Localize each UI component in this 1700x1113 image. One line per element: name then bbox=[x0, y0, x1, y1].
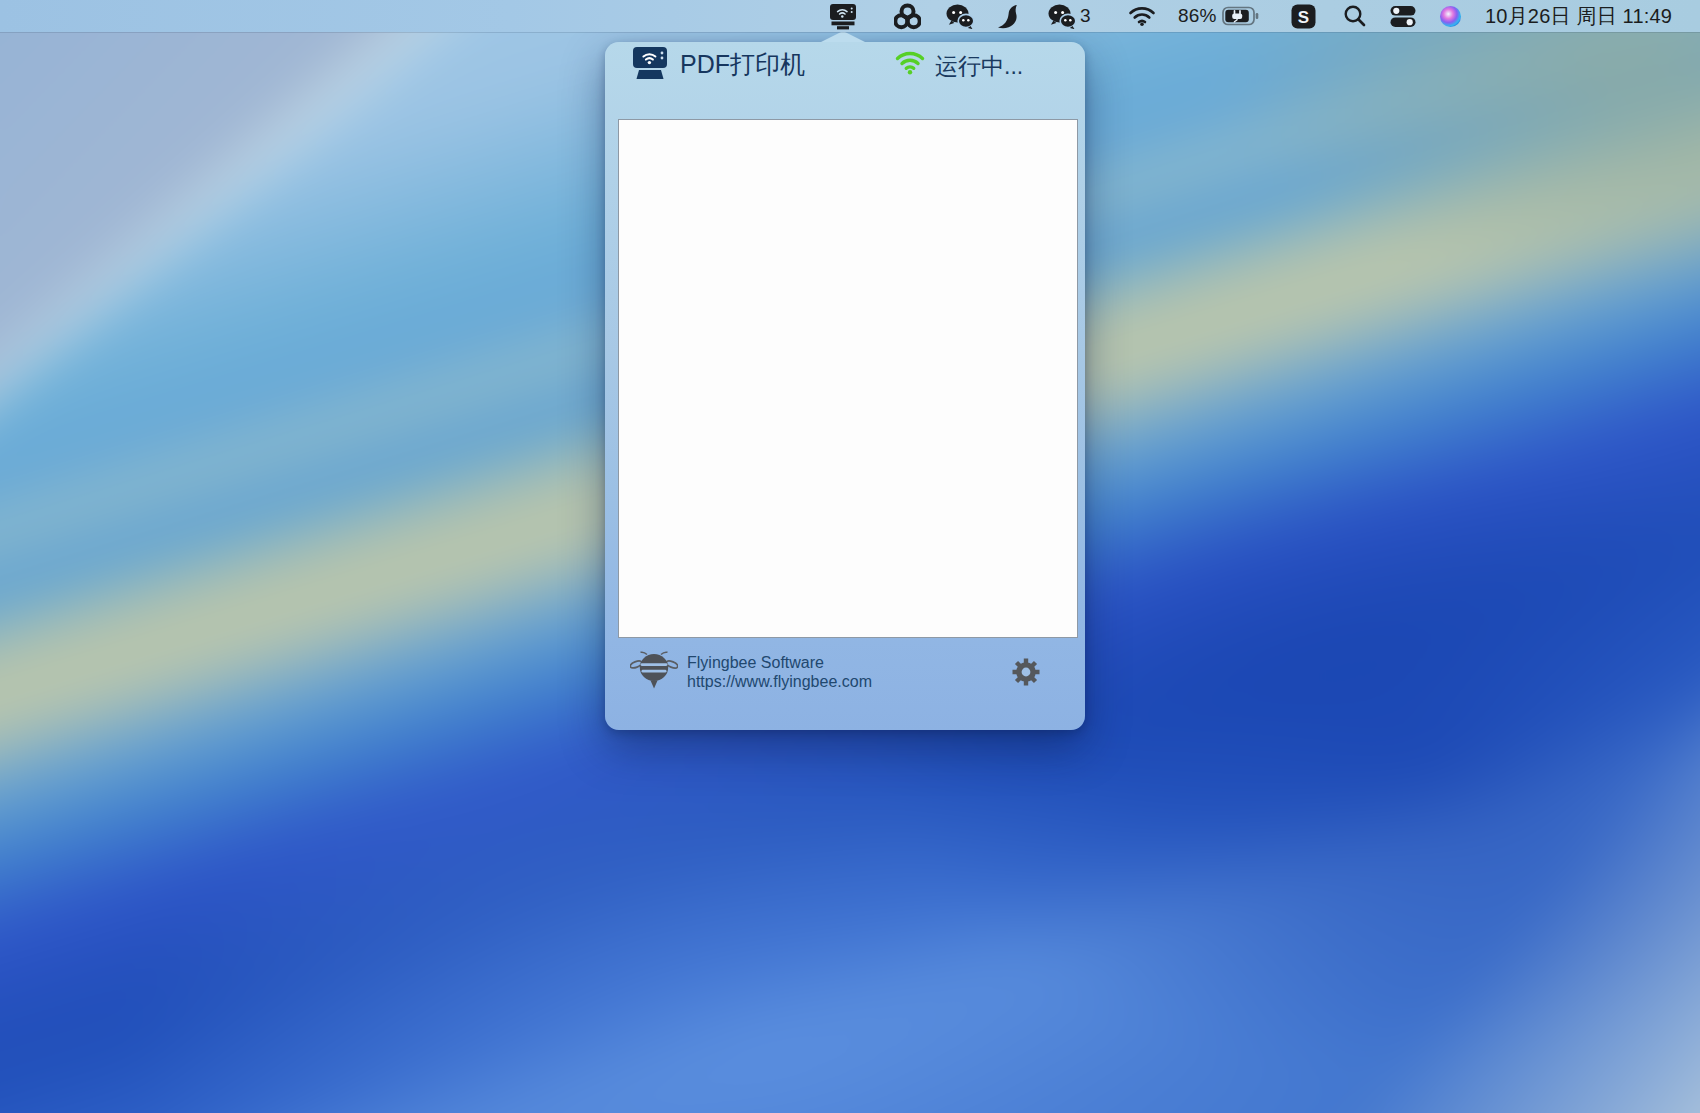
pdf-printer-menubar-icon[interactable] bbox=[828, 0, 858, 32]
wechat-badge-count: 3 bbox=[1080, 0, 1091, 32]
wechat-icon[interactable] bbox=[946, 0, 974, 32]
popover-status: 运行中... bbox=[935, 51, 1023, 82]
settings-gear-icon[interactable] bbox=[1008, 654, 1044, 694]
battery-percent: 86% bbox=[1178, 0, 1217, 32]
menu-bar: 3 86% bbox=[0, 0, 1700, 32]
popover-arrow bbox=[821, 31, 865, 42]
siri-icon[interactable] bbox=[1439, 0, 1462, 32]
wechat-secondary-icon[interactable] bbox=[1048, 0, 1076, 32]
menubar-clock[interactable]: 10月26日 周日 11:49 bbox=[1485, 0, 1672, 32]
s-app-icon[interactable]: S bbox=[1291, 0, 1316, 32]
desktop: 3 86% bbox=[0, 0, 1700, 1113]
s-app-letter: S bbox=[1298, 7, 1309, 26]
footer-url-link[interactable]: https://www.flyingbee.com bbox=[687, 672, 872, 691]
trefoil-app-icon[interactable] bbox=[894, 0, 921, 32]
wifi-icon[interactable] bbox=[1128, 0, 1156, 32]
flyingbee-logo bbox=[630, 648, 678, 697]
print-jobs-list[interactable] bbox=[618, 119, 1078, 638]
footer-vendor-name: Flyingbee Software bbox=[687, 653, 824, 672]
popover-title: PDF打印机 bbox=[680, 48, 805, 81]
bird-app-icon[interactable] bbox=[995, 0, 1019, 32]
control-center-icon[interactable] bbox=[1390, 0, 1416, 32]
pdf-printer-popover: PDF打印机 运行中... bbox=[605, 42, 1085, 730]
spotlight-search-icon[interactable] bbox=[1343, 0, 1367, 32]
running-signal-icon bbox=[894, 48, 926, 80]
battery-charging-icon[interactable] bbox=[1222, 0, 1260, 32]
pdf-printer-app-icon bbox=[630, 46, 670, 85]
